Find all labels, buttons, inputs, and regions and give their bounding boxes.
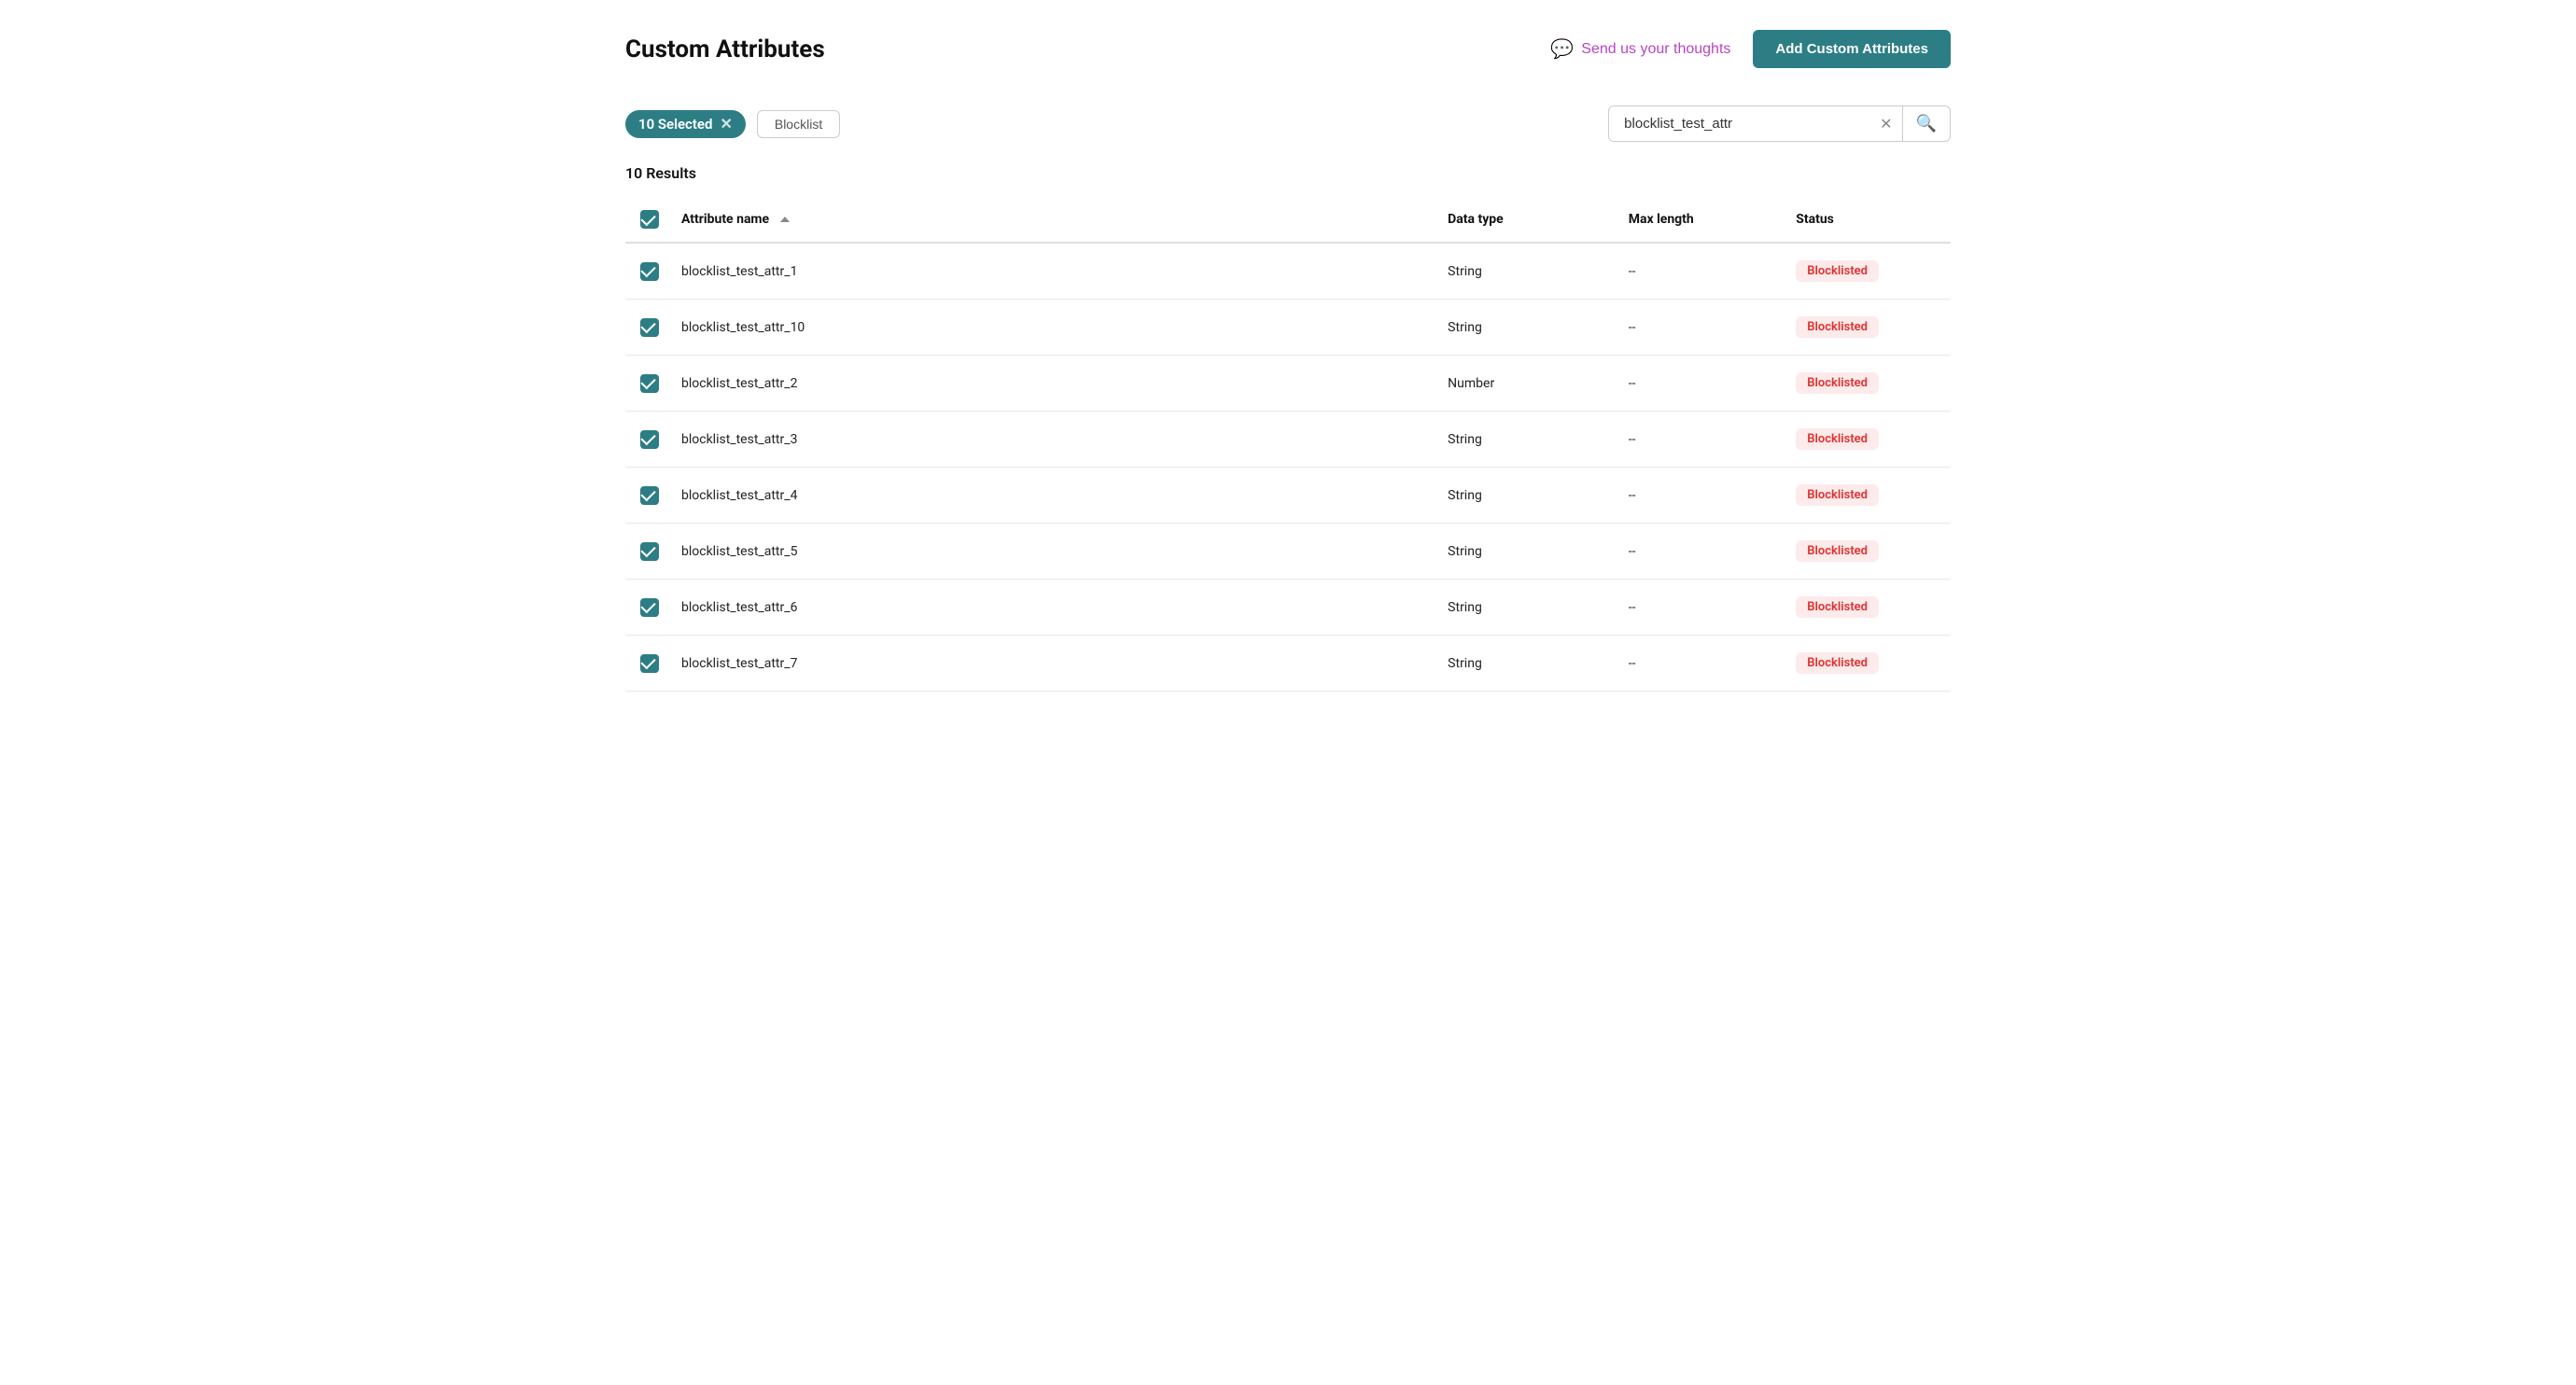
row-status: Blocklisted [1781, 356, 1951, 412]
table-row: blocklist_test_attr_6String-- Blocklisted [625, 580, 1951, 636]
status-badge: Blocklisted [1796, 540, 1879, 562]
sort-icon[interactable] [780, 217, 790, 222]
row-data-type: String [1433, 468, 1614, 524]
row-data-type: String [1433, 580, 1614, 636]
column-header-max-length: Max length [1614, 197, 1782, 243]
toolbar: 10 Selected ✕ Blocklist ✕ 🔍 [625, 105, 1951, 142]
row-data-type: String [1433, 636, 1614, 692]
add-custom-attributes-button[interactable]: Add Custom Attributes [1753, 30, 1951, 68]
row-status: Blocklisted [1781, 580, 1951, 636]
row-attribute-name: blocklist_test_attr_1 [666, 243, 1433, 300]
send-thoughts-button[interactable]: 💬 Send us your thoughts [1550, 37, 1730, 61]
row-checkbox-cell [625, 524, 666, 580]
row-checkbox-cell [625, 636, 666, 692]
row-checkbox[interactable] [640, 262, 659, 281]
row-checkbox[interactable] [640, 486, 659, 505]
page-header: Custom Attributes 💬 Send us your thought… [625, 30, 1951, 68]
table-row: blocklist_test_attr_1String-- Blocklisted [625, 243, 1951, 300]
row-data-type: String [1433, 412, 1614, 468]
header-checkbox[interactable] [640, 210, 659, 229]
row-attribute-name: blocklist_test_attr_6 [666, 580, 1433, 636]
blocklist-button[interactable]: Blocklist [757, 110, 840, 138]
row-status: Blocklisted [1781, 300, 1951, 356]
page-title: Custom Attributes [625, 35, 825, 63]
row-max-length: -- [1614, 412, 1782, 468]
search-clear-button[interactable]: ✕ [1870, 115, 1901, 133]
results-count: 10 Results [625, 164, 1951, 182]
row-max-length: -- [1614, 580, 1782, 636]
row-max-length: -- [1614, 300, 1782, 356]
row-checkbox[interactable] [640, 598, 659, 617]
send-thoughts-label: Send us your thoughts [1581, 41, 1730, 58]
row-status: Blocklisted [1781, 412, 1951, 468]
status-badge: Blocklisted [1796, 316, 1879, 338]
attributes-table: Attribute name Data type Max length Stat… [625, 197, 1951, 692]
row-status: Blocklisted [1781, 524, 1951, 580]
toolbar-left: 10 Selected ✕ Blocklist [625, 110, 840, 138]
row-data-type: Number [1433, 356, 1614, 412]
row-checkbox-cell [625, 468, 666, 524]
row-status: Blocklisted [1781, 243, 1951, 300]
chat-icon: 💬 [1550, 37, 1574, 61]
row-attribute-name: blocklist_test_attr_2 [666, 356, 1433, 412]
row-max-length: -- [1614, 468, 1782, 524]
row-checkbox-cell [625, 356, 666, 412]
row-attribute-name: blocklist_test_attr_10 [666, 300, 1433, 356]
row-checkbox-cell [625, 300, 666, 356]
row-max-length: -- [1614, 524, 1782, 580]
row-data-type: String [1433, 300, 1614, 356]
selected-badge-close-icon[interactable]: ✕ [720, 117, 732, 132]
table-row: blocklist_test_attr_2Number-- Blocklisted [625, 356, 1951, 412]
selected-badge: 10 Selected ✕ [625, 110, 746, 138]
table-row: blocklist_test_attr_3String-- Blocklisted [625, 412, 1951, 468]
search-submit-button[interactable]: 🔍 [1902, 106, 1950, 141]
header-checkbox-cell [625, 197, 666, 243]
status-badge: Blocklisted [1796, 372, 1879, 394]
table-row: blocklist_test_attr_10String-- Blockliste… [625, 300, 1951, 356]
row-checkbox[interactable] [640, 318, 659, 337]
table-header-row: Attribute name Data type Max length Stat… [625, 197, 1951, 243]
column-header-status: Status [1781, 197, 1951, 243]
status-badge: Blocklisted [1796, 484, 1879, 506]
row-checkbox[interactable] [640, 430, 659, 449]
row-max-length: -- [1614, 636, 1782, 692]
table-row: blocklist_test_attr_4String-- Blocklisted [625, 468, 1951, 524]
status-badge: Blocklisted [1796, 596, 1879, 618]
row-max-length: -- [1614, 356, 1782, 412]
row-checkbox-cell [625, 412, 666, 468]
row-checkbox[interactable] [640, 542, 659, 561]
row-data-type: String [1433, 243, 1614, 300]
row-attribute-name: blocklist_test_attr_3 [666, 412, 1433, 468]
row-checkbox-cell [625, 243, 666, 300]
column-header-attribute-name-label: Attribute name [681, 212, 769, 227]
selected-count-label: 10 Selected [638, 116, 712, 133]
table-row: blocklist_test_attr_5String-- Blocklisted [625, 524, 1951, 580]
row-attribute-name: blocklist_test_attr_4 [666, 468, 1433, 524]
status-badge: Blocklisted [1796, 652, 1879, 674]
search-container: ✕ 🔍 [1608, 105, 1951, 142]
row-attribute-name: blocklist_test_attr_5 [666, 524, 1433, 580]
status-badge: Blocklisted [1796, 260, 1879, 282]
row-checkbox-cell [625, 580, 666, 636]
row-checkbox[interactable] [640, 374, 659, 393]
row-status: Blocklisted [1781, 468, 1951, 524]
table-row: blocklist_test_attr_7String-- Blocklisted [625, 636, 1951, 692]
row-data-type: String [1433, 524, 1614, 580]
search-input[interactable] [1609, 106, 1870, 141]
row-status: Blocklisted [1781, 636, 1951, 692]
column-header-data-type: Data type [1433, 197, 1614, 243]
status-badge: Blocklisted [1796, 428, 1879, 450]
column-header-attribute-name: Attribute name [666, 197, 1433, 243]
header-actions: 💬 Send us your thoughts Add Custom Attri… [1550, 30, 1951, 68]
row-max-length: -- [1614, 243, 1782, 300]
row-checkbox[interactable] [640, 654, 659, 673]
row-attribute-name: blocklist_test_attr_7 [666, 636, 1433, 692]
